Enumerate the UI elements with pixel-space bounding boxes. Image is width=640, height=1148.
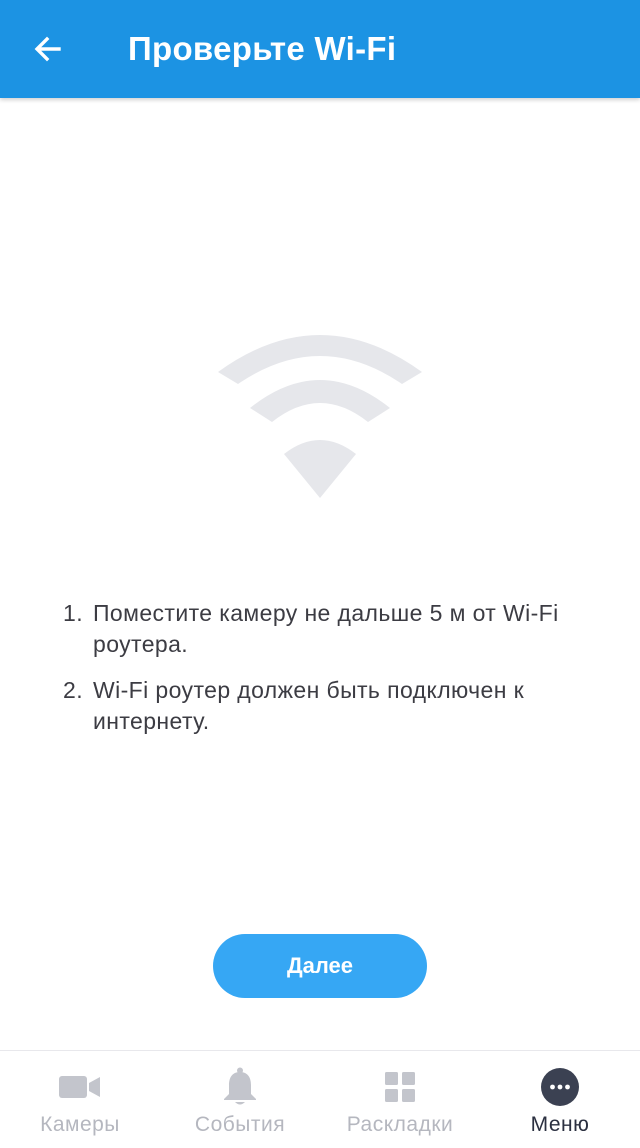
arrow-left-icon [34, 36, 61, 62]
screen: Проверьте Wi-Fi 1. Поместите камеру не д… [0, 0, 640, 1148]
tab-label: События [194, 1113, 286, 1136]
bottom-tab-bar: Камеры События Раскладки Меню [0, 1050, 640, 1148]
tab-cameras[interactable]: Камеры [0, 1051, 160, 1148]
instruction-text: Wi-Fi роутер должен быть подключен к инт… [93, 677, 525, 734]
page-title: Проверьте Wi-Fi [128, 30, 397, 67]
instruction-number: 1. [63, 600, 83, 626]
instruction-list: 1. Поместите камеру не дальше 5 м от Wi-… [60, 598, 608, 752]
wifi-icon [218, 335, 422, 498]
bell-icon [218, 1067, 262, 1107]
tab-label: Камеры [40, 1113, 120, 1136]
grid-icon [378, 1067, 422, 1107]
video-camera-icon [58, 1067, 102, 1107]
tab-label: Меню [530, 1113, 590, 1136]
instruction-item: 2. Wi-Fi роутер должен быть подключен к … [60, 675, 608, 737]
instruction-number: 2. [63, 677, 83, 703]
more-dots-icon [538, 1067, 582, 1107]
instruction-item: 1. Поместите камеру не дальше 5 м от Wi-… [60, 598, 608, 660]
tab-label: Раскладки [346, 1113, 454, 1136]
tab-events[interactable]: События [160, 1051, 320, 1148]
app-bar: Проверьте Wi-Fi [0, 0, 640, 98]
next-button[interactable]: Далее [213, 934, 427, 998]
tab-layouts[interactable]: Раскладки [320, 1051, 480, 1148]
back-button[interactable] [20, 21, 76, 77]
tab-menu[interactable]: Меню [480, 1051, 640, 1148]
instruction-text: Поместите камеру не дальше 5 м от Wi-Fi … [93, 600, 559, 657]
